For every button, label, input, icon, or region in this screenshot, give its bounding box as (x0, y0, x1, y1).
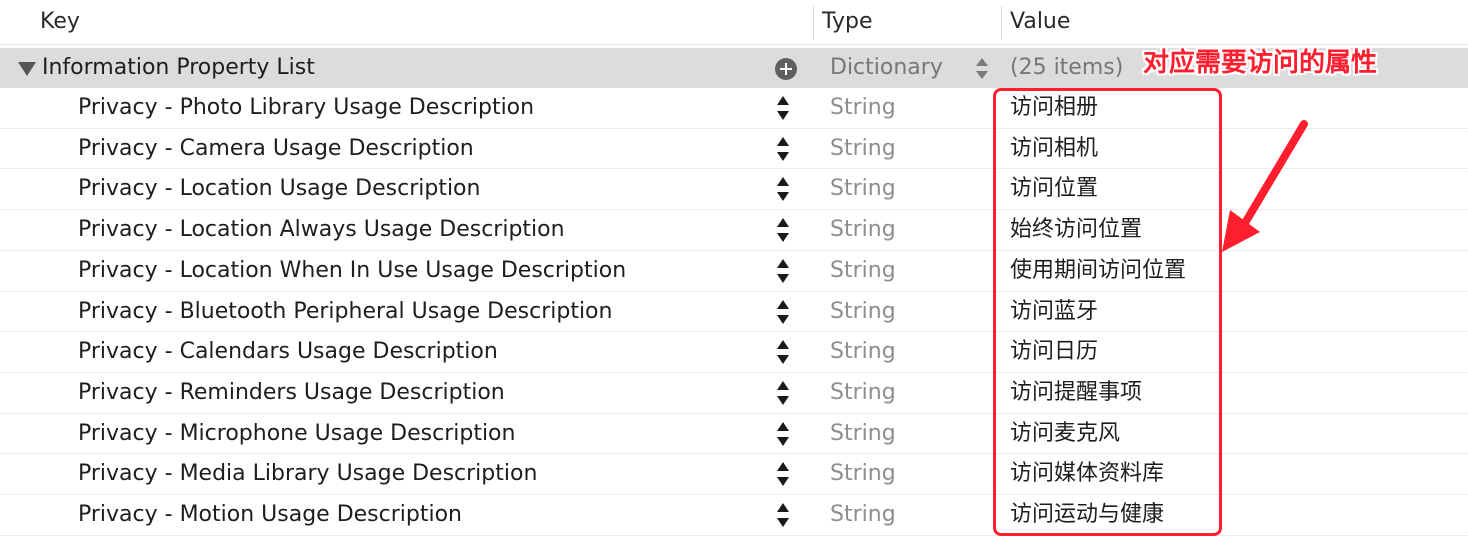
stepper-icon[interactable] (776, 136, 790, 163)
key-column-header[interactable]: Key (40, 6, 80, 38)
row-type[interactable]: String (830, 133, 896, 165)
row-key[interactable]: Privacy - Microphone Usage Description (78, 418, 515, 450)
stepper-icon[interactable] (776, 96, 790, 122)
stepper-icon[interactable] (776, 462, 790, 488)
value-column-header[interactable]: Value (1010, 6, 1070, 38)
type-stepper-icon[interactable] (976, 58, 990, 84)
row-type[interactable]: String (830, 214, 896, 246)
stepper-icon[interactable] (776, 258, 790, 285)
column-divider[interactable] (1001, 6, 1002, 40)
annotation-label: 对应需要访问的属性 (1143, 48, 1378, 78)
row-type[interactable]: String (830, 173, 896, 205)
stepper-icon[interactable] (776, 177, 790, 203)
row-type[interactable]: String (830, 92, 896, 124)
root-type[interactable]: Dictionary (830, 52, 943, 84)
annotation-arrow-icon (1222, 120, 1308, 252)
row-type[interactable]: String (830, 377, 896, 409)
root-key[interactable]: Information Property List (42, 52, 315, 84)
column-divider[interactable] (813, 6, 814, 40)
row-type[interactable]: String (830, 336, 896, 368)
plist-row[interactable]: Privacy - Reminders Usage Description Str… (0, 373, 1468, 413)
type-column-header[interactable]: Type (822, 6, 873, 38)
stepper-icon[interactable] (776, 299, 790, 326)
row-key[interactable]: Privacy - Camera Usage Description (78, 133, 474, 165)
row-key[interactable]: Privacy - Motion Usage Description (78, 499, 462, 531)
row-divider (0, 534, 1468, 536)
row-key[interactable]: Privacy - Media Library Usage Descriptio… (78, 458, 537, 490)
stepper-icon[interactable] (776, 218, 790, 244)
row-key[interactable]: Privacy - Location When In Use Usage Des… (78, 255, 626, 287)
stepper-icon[interactable] (776, 503, 790, 529)
root-value: (25 items) (1010, 55, 1124, 80)
stepper-icon[interactable] (776, 380, 790, 407)
plist-row[interactable]: Privacy - Media Library Usage Descriptio… (0, 454, 1468, 494)
stepper-icon[interactable] (776, 340, 790, 366)
stepper-icon[interactable] (776, 421, 790, 448)
row-type[interactable]: String (830, 296, 896, 328)
annotation-highlight-box (993, 88, 1222, 536)
add-circle-icon[interactable] (775, 58, 797, 80)
row-type[interactable]: String (830, 418, 896, 450)
row-type[interactable]: String (830, 458, 896, 490)
plist-row[interactable]: Privacy - Calendars Usage Description Str… (0, 332, 1468, 372)
row-key[interactable]: Privacy - Reminders Usage Description (78, 377, 505, 409)
plist-row[interactable]: Privacy - Motion Usage Description String… (0, 495, 1468, 535)
plist-row[interactable]: Privacy - Bluetooth Peripheral Usage Des… (0, 292, 1468, 332)
row-key[interactable]: Privacy - Location Always Usage Descript… (78, 214, 565, 246)
row-key[interactable]: Privacy - Photo Library Usage Descriptio… (78, 92, 534, 124)
row-type[interactable]: String (830, 499, 896, 531)
row-key[interactable]: Privacy - Bluetooth Peripheral Usage Des… (78, 296, 612, 328)
row-type[interactable]: String (830, 255, 896, 287)
row-key[interactable]: Privacy - Calendars Usage Description (78, 336, 498, 368)
disclosure-triangle-icon[interactable] (18, 62, 36, 76)
column-header: Key Type Value (0, 0, 1468, 45)
plist-row[interactable]: Privacy - Microphone Usage Description St… (0, 414, 1468, 454)
row-key[interactable]: Privacy - Location Usage Description (78, 173, 480, 205)
